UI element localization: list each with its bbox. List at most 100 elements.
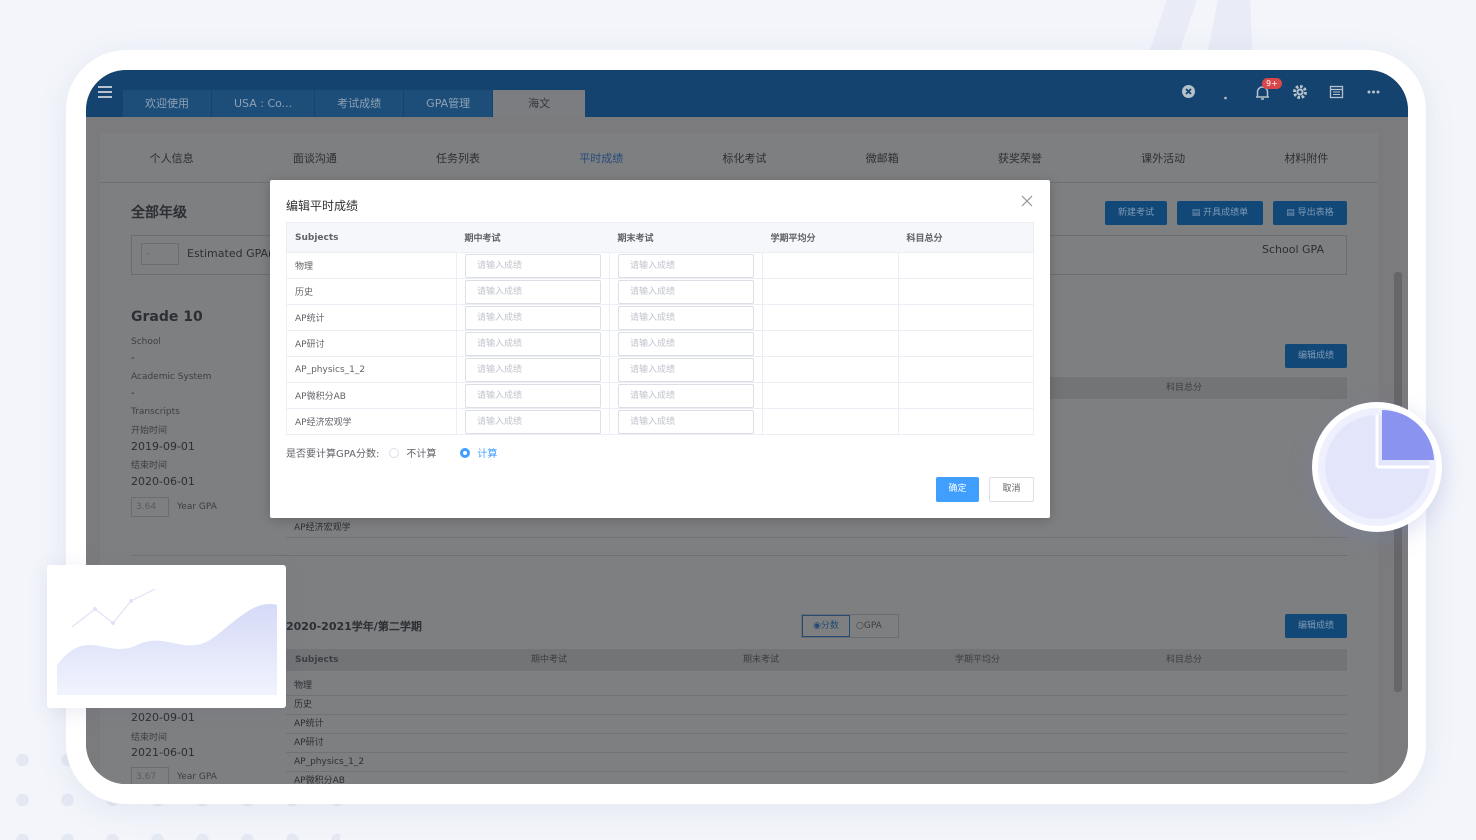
row-subject: 物理 xyxy=(294,681,313,691)
bell-icon[interactable]: 9+ xyxy=(1254,78,1282,101)
midterm-cell: 请输入成绩 xyxy=(456,330,610,357)
edit-scores-button[interactable]: 编辑成绩 xyxy=(1285,344,1347,368)
subnav-personal-info[interactable]: 个人信息 xyxy=(150,150,194,166)
row-subject: AP微积分AB xyxy=(294,776,345,784)
table-row: AP研讨 请输入成绩 请输入成绩 xyxy=(286,330,1034,357)
scores-table: Subjects 期中考试 期末考试 学期平均分 科目总分 物理 请输入成绩 请输入… xyxy=(286,222,1034,435)
average-cell xyxy=(762,278,899,305)
midterm-cell: 请输入成绩 xyxy=(456,382,610,409)
subnav-activities[interactable]: 课外活动 xyxy=(1141,150,1185,166)
total-cell xyxy=(898,408,1034,435)
school-value: - xyxy=(131,353,135,364)
subnav-task-list[interactable]: 任务列表 xyxy=(436,150,480,166)
final-score-input[interactable]: 请输入成绩 xyxy=(618,331,754,356)
average-cell xyxy=(762,304,899,331)
midterm-score-input[interactable]: 请输入成绩 xyxy=(465,409,601,434)
year-gpa-value: 3.64 xyxy=(131,497,169,517)
midterm-cell: 请输入成绩 xyxy=(456,356,610,383)
subnav-regular-scores[interactable]: 平时成绩 xyxy=(579,150,623,166)
radio-no-calc[interactable] xyxy=(389,447,400,458)
more-icon[interactable] xyxy=(1365,84,1382,101)
total-cell xyxy=(898,382,1034,409)
average-cell xyxy=(762,330,899,357)
tab-exam-scores[interactable]: 考试成绩 xyxy=(315,90,405,117)
confirm-button[interactable]: 确定 xyxy=(936,477,979,502)
subnav-interview[interactable]: 面谈沟通 xyxy=(293,150,337,166)
final-score-input[interactable]: 请输入成绩 xyxy=(618,279,754,304)
final-score-input[interactable]: 请输入成绩 xyxy=(618,253,754,278)
final-cell: 请输入成绩 xyxy=(609,278,763,305)
cancel-button[interactable]: 取消 xyxy=(989,477,1034,502)
menu-icon[interactable] xyxy=(98,86,112,98)
final-score-input[interactable]: 请输入成绩 xyxy=(618,357,754,382)
total-cell xyxy=(898,278,1034,305)
section-divider xyxy=(131,555,1347,556)
decorative-pie-card xyxy=(1312,402,1442,532)
toggle-gpa-option[interactable]: ○GPA xyxy=(856,615,882,637)
subnav-awards[interactable]: 获奖荣誉 xyxy=(998,150,1042,166)
table-row: AP统计 请输入成绩 请输入成绩 xyxy=(286,304,1034,331)
semester1-total-header: 科目总分 xyxy=(1166,383,1203,393)
row-subject: AP微积分AB xyxy=(286,382,457,409)
subnav-mailbox[interactable]: 微邮箱 xyxy=(866,150,899,166)
tab-gpa-management[interactable]: GPA管理 xyxy=(404,90,494,117)
total-cell xyxy=(898,304,1034,331)
close-icon[interactable] xyxy=(1020,194,1034,208)
close-circle-icon[interactable] xyxy=(1180,84,1197,101)
start-time-label: 开始时间 xyxy=(131,426,168,436)
all-grades-title: 全部年级 xyxy=(131,205,187,221)
midterm-score-input[interactable]: 请输入成绩 xyxy=(465,331,601,356)
toggle-score-option[interactable]: ◉分数 xyxy=(802,615,850,637)
radio-calc[interactable] xyxy=(460,447,471,458)
header-subjects: Subjects xyxy=(286,222,457,253)
midterm-score-input[interactable]: 请输入成绩 xyxy=(465,383,601,408)
average-cell xyxy=(762,252,899,279)
toggle-score-label: 分数 xyxy=(820,621,839,631)
end-time-value: 2020-06-01 xyxy=(131,475,195,488)
tab-usa[interactable]: USA : Co... xyxy=(212,90,316,117)
header-final: 期末考试 xyxy=(609,222,763,253)
quote-decoration-icon xyxy=(1150,0,1252,50)
radio-no-calc-label[interactable]: 不计算 xyxy=(406,445,436,460)
table-row: 物理 xyxy=(286,677,1347,696)
header-midterm: 期中考试 xyxy=(531,655,568,665)
new-exam-button[interactable]: 新建考试 xyxy=(1105,201,1167,225)
midterm-score-input[interactable]: 请输入成绩 xyxy=(465,253,601,278)
open-report-button[interactable]: ▤ 开具成绩单 xyxy=(1177,201,1263,225)
row-subject: AP统计 xyxy=(294,719,324,729)
export-button[interactable]: ▤ 导出表格 xyxy=(1273,201,1347,225)
gpa-calc-option: 是否要计算GPA分数: 不计算 计算 xyxy=(286,445,497,460)
table-row: AP_physics_1_2 xyxy=(286,753,1347,772)
tab-welcome[interactable]: 欢迎使用 xyxy=(123,90,212,117)
semester2-year-gpa-label: Year GPA xyxy=(177,772,217,782)
year-gpa-label: Year GPA xyxy=(177,502,217,512)
midterm-cell: 请输入成绩 xyxy=(456,304,610,331)
midterm-score-input[interactable]: 请输入成绩 xyxy=(465,357,601,382)
end-time-label: 结束时间 xyxy=(131,461,168,471)
table-row: 历史 xyxy=(286,696,1347,715)
midterm-cell: 请输入成绩 xyxy=(456,278,610,305)
subnav-standardized-tests[interactable]: 标化考试 xyxy=(722,150,766,166)
final-score-input[interactable]: 请输入成绩 xyxy=(618,383,754,408)
calendar-icon[interactable] xyxy=(1328,84,1345,101)
dot-icon xyxy=(1217,84,1234,101)
semester2-end-label: 结束时间 xyxy=(131,733,168,743)
midterm-score-input[interactable]: 请输入成绩 xyxy=(465,305,601,330)
midterm-score-input[interactable]: 请输入成绩 xyxy=(465,279,601,304)
grade-title: Grade 10 xyxy=(131,309,203,325)
estimated-gpa-label: Estimated GPA(4 xyxy=(187,247,280,260)
table-row: AP经济宏观学 请输入成绩 请输入成绩 xyxy=(286,408,1034,435)
academic-system-value: - xyxy=(131,388,135,399)
semester2-edit-button[interactable]: 编辑成绩 xyxy=(1285,614,1347,638)
row-subject: AP统计 xyxy=(286,304,457,331)
final-score-input[interactable]: 请输入成绩 xyxy=(618,305,754,330)
tab-bar: 欢迎使用 USA : Co... 考试成绩 GPA管理 海文 xyxy=(123,90,587,117)
tab-haiwen[interactable]: 海文 xyxy=(493,90,587,117)
final-cell: 请输入成绩 xyxy=(609,356,763,383)
gear-icon[interactable] xyxy=(1291,84,1308,101)
table-row: AP研讨 xyxy=(286,734,1347,753)
radio-calc-label[interactable]: 计算 xyxy=(477,445,497,460)
subnav-attachments[interactable]: 材料附件 xyxy=(1284,150,1328,166)
final-score-input[interactable]: 请输入成绩 xyxy=(618,409,754,434)
row-subject: 历史 xyxy=(294,700,313,710)
